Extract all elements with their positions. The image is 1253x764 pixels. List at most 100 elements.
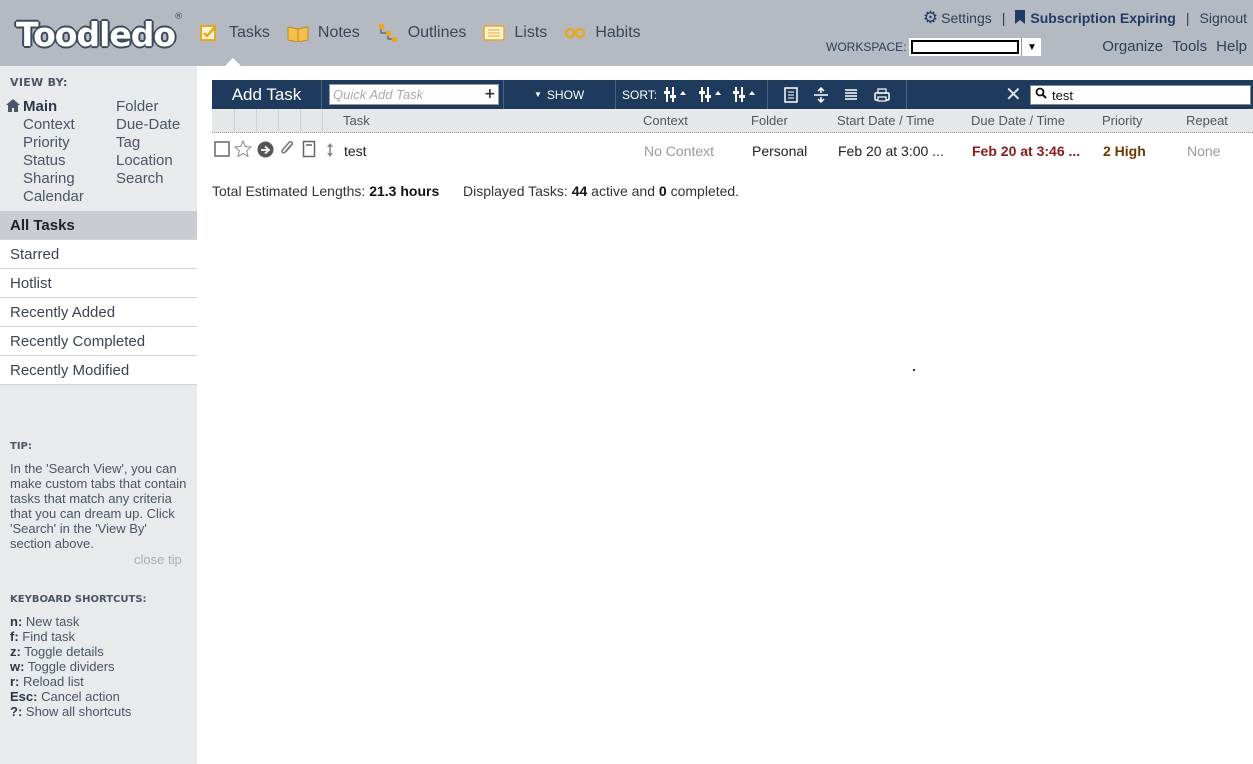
notes-view-icon[interactable] bbox=[784, 85, 798, 104]
nav-tasks[interactable]: Tasks bbox=[198, 20, 270, 46]
nav-outlines[interactable]: Outlines bbox=[377, 20, 467, 46]
workspace-value bbox=[913, 42, 1018, 52]
task-toolbar: Add Task + ▼ SHOW SORT: ✕ bbox=[212, 80, 1253, 109]
nav-label: Outlines bbox=[407, 24, 467, 41]
organize-link[interactable]: Organize bbox=[1102, 38, 1163, 55]
app-header: Toodledo ® Tasks Notes Outlines Lists Ha… bbox=[0, 0, 1253, 66]
column-header-context[interactable]: Context bbox=[643, 113, 688, 128]
shortcut-item: Esc: Cancel action bbox=[10, 689, 131, 704]
column-header-task[interactable]: Task bbox=[343, 113, 370, 128]
view-by-folder[interactable]: Folder bbox=[116, 98, 159, 115]
list-recently-modified[interactable]: Recently Modified bbox=[0, 356, 197, 385]
print-icon[interactable] bbox=[873, 85, 891, 104]
signout-link[interactable]: Signout bbox=[1200, 10, 1247, 26]
column-header-start-date[interactable]: Start Date / Time bbox=[837, 113, 935, 128]
view-by-search[interactable]: Search bbox=[116, 170, 164, 187]
main-nav: Tasks Notes Outlines Lists Habits bbox=[198, 20, 658, 46]
keyboard-shortcuts-list: n: New task f: Find task z: Toggle detai… bbox=[10, 614, 131, 719]
close-tip-link[interactable]: close tip bbox=[134, 552, 182, 567]
attachment-icon[interactable] bbox=[279, 140, 296, 158]
sidebar: VIEW BY: Main Context Priority Status Sh… bbox=[0, 66, 197, 764]
subscription-expiring-link[interactable]: Subscription Expiring bbox=[1030, 10, 1175, 26]
dividers-icon[interactable] bbox=[813, 85, 829, 104]
shortcut-key: z: bbox=[10, 644, 21, 659]
workspace-selector: WORKSPACE: ▼ bbox=[826, 38, 1042, 56]
workspace-dropdown[interactable] bbox=[909, 38, 1022, 56]
view-by-context[interactable]: Context bbox=[23, 116, 75, 133]
lengths-label: Total Estimated Lengths: bbox=[212, 183, 366, 199]
column-header-priority[interactable]: Priority bbox=[1102, 113, 1142, 128]
quick-add-input[interactable] bbox=[329, 84, 499, 105]
shortcut-desc: Toggle dividers bbox=[27, 659, 115, 674]
list-all-tasks[interactable]: All Tasks bbox=[0, 211, 197, 240]
table-row: test No Context Personal Feb 20 at 3:00 … bbox=[212, 134, 1253, 168]
task-due-date[interactable]: Feb 20 at 3:46 ... bbox=[972, 143, 1080, 159]
gear-icon[interactable]: ⚙ bbox=[923, 8, 938, 28]
quick-add-plus-button[interactable]: + bbox=[484, 86, 496, 102]
shortcut-desc: Reload list bbox=[23, 674, 84, 689]
show-menu-button[interactable]: ▼ SHOW bbox=[534, 80, 584, 109]
task-repeat[interactable]: None bbox=[1187, 143, 1220, 159]
task-start-date[interactable]: Feb 20 at 3:00 ... bbox=[838, 143, 944, 159]
view-by-location[interactable]: Location bbox=[116, 152, 173, 169]
tools-link[interactable]: Tools bbox=[1172, 38, 1207, 55]
note-icon[interactable] bbox=[302, 140, 316, 158]
list-recently-completed[interactable]: Recently Completed bbox=[0, 327, 197, 356]
header-divider bbox=[322, 109, 323, 133]
nav-notes[interactable]: Notes bbox=[287, 20, 360, 46]
view-by-status[interactable]: Status bbox=[23, 152, 66, 169]
column-header-folder[interactable]: Folder bbox=[751, 113, 788, 128]
shortcut-item: ?: Show all shortcuts bbox=[10, 704, 131, 719]
separator: | bbox=[1001, 10, 1006, 26]
drag-handle-icon[interactable] bbox=[326, 142, 334, 158]
shortcut-desc: Show all shortcuts bbox=[25, 704, 132, 719]
help-link[interactable]: Help bbox=[1216, 38, 1247, 55]
star-icon[interactable] bbox=[234, 140, 252, 158]
view-by-calendar[interactable]: Calendar bbox=[23, 188, 84, 205]
clear-search-icon[interactable]: ✕ bbox=[1005, 83, 1022, 105]
column-header-due-date[interactable]: Due Date / Time bbox=[971, 113, 1065, 128]
task-title[interactable]: test bbox=[344, 143, 367, 159]
workspace-dropdown-arrow[interactable]: ▼ bbox=[1021, 38, 1042, 56]
task-context[interactable]: No Context bbox=[644, 143, 714, 159]
view-by-main[interactable]: Main bbox=[23, 98, 57, 115]
stray-dot bbox=[913, 369, 915, 371]
separator: | bbox=[1185, 10, 1190, 26]
shortcut-key: ?: bbox=[10, 704, 23, 719]
search-input[interactable] bbox=[1052, 87, 1242, 103]
task-priority[interactable]: 2 High bbox=[1103, 143, 1146, 159]
workspace-label: WORKSPACE: bbox=[826, 40, 907, 54]
tasks-icon bbox=[198, 23, 220, 43]
nav-habits[interactable]: Habits bbox=[564, 20, 641, 46]
details-icon[interactable] bbox=[843, 85, 859, 104]
shortcut-item: n: New task bbox=[10, 614, 131, 629]
toodledo-logo[interactable]: Toodledo ® bbox=[16, 12, 183, 54]
checkbox-icon[interactable] bbox=[214, 141, 230, 157]
logo-registered-mark: ® bbox=[174, 12, 184, 22]
list-recently-added[interactable]: Recently Added bbox=[0, 298, 197, 327]
subtask-arrow-icon[interactable] bbox=[257, 141, 274, 158]
sort-2-button[interactable] bbox=[699, 85, 723, 104]
outlines-icon bbox=[377, 23, 399, 43]
view-by-tag[interactable]: Tag bbox=[116, 134, 140, 151]
column-header-repeat[interactable]: Repeat bbox=[1186, 113, 1228, 128]
nav-lists[interactable]: Lists bbox=[483, 20, 547, 46]
shortcut-desc: Toggle details bbox=[24, 644, 104, 659]
shortcut-item: r: Reload list bbox=[10, 674, 131, 689]
shortcut-key: Esc: bbox=[10, 689, 38, 704]
add-task-button[interactable]: Add Task bbox=[212, 80, 322, 109]
lists-icon bbox=[483, 23, 506, 43]
view-by-priority[interactable]: Priority bbox=[23, 134, 70, 151]
list-hotlist[interactable]: Hotlist bbox=[0, 269, 197, 298]
toolbar-divider bbox=[767, 80, 768, 109]
active-count: 44 bbox=[571, 183, 588, 199]
task-folder[interactable]: Personal bbox=[752, 143, 807, 159]
view-by-sharing[interactable]: Sharing bbox=[23, 170, 75, 187]
settings-link[interactable]: Settings bbox=[941, 10, 992, 26]
view-by-title: VIEW BY: bbox=[10, 76, 68, 89]
shortcut-key: r: bbox=[10, 674, 20, 689]
list-starred[interactable]: Starred bbox=[0, 240, 197, 269]
sort-1-button[interactable] bbox=[664, 85, 688, 104]
sort-3-button[interactable] bbox=[733, 85, 757, 104]
view-by-due-date[interactable]: Due-Date bbox=[116, 116, 180, 133]
